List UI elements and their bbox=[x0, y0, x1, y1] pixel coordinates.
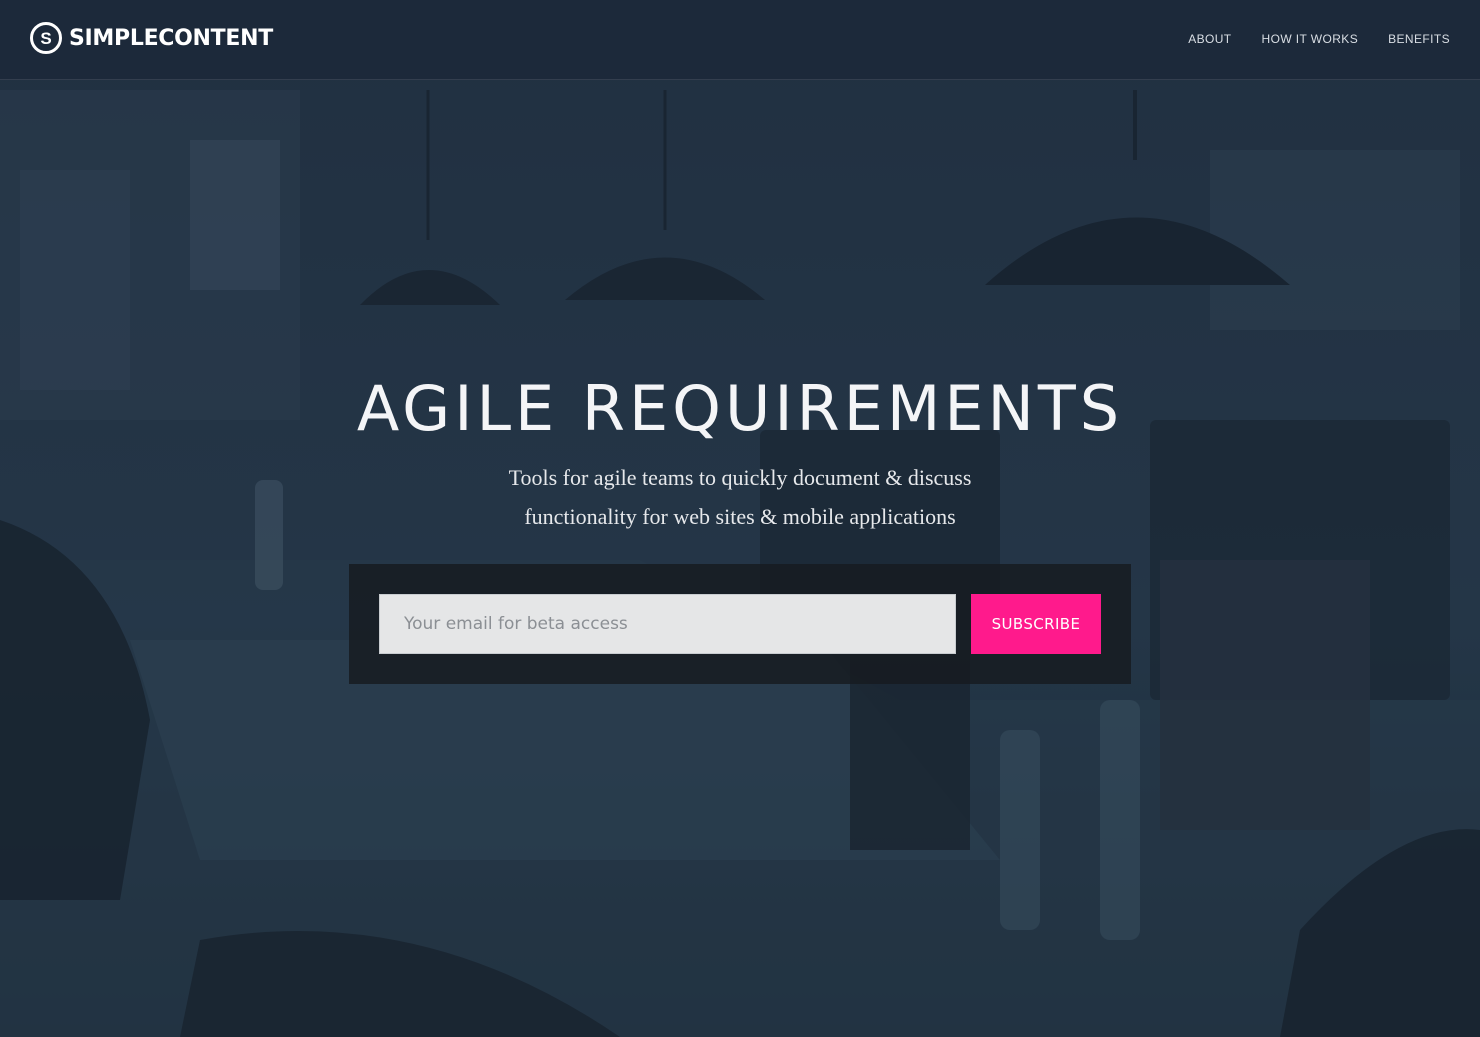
hero-title: AGILE REQUIREMENTS bbox=[356, 372, 1124, 445]
subscribe-form: SUBSCRIBE bbox=[349, 564, 1131, 684]
site-logo[interactable]: S SIMPLECONTENT bbox=[30, 22, 273, 54]
brand-name: SIMPLECONTENT bbox=[69, 25, 273, 51]
nav-item-about[interactable]: ABOUT bbox=[1188, 32, 1231, 46]
hero-subtitle-line-2: functionality for web sites & mobile app… bbox=[524, 504, 956, 529]
email-input[interactable] bbox=[379, 594, 956, 654]
subscribe-button[interactable]: SUBSCRIBE bbox=[971, 594, 1101, 654]
nav-item-benefits[interactable]: BENEFITS bbox=[1388, 32, 1450, 46]
logo-s-icon: S bbox=[30, 22, 62, 54]
main-nav: ABOUT HOW IT WORKS BENEFITS bbox=[1188, 32, 1450, 46]
nav-item-how-it-works[interactable]: HOW IT WORKS bbox=[1262, 32, 1359, 46]
hero-subtitle: Tools for agile teams to quickly documen… bbox=[0, 458, 1480, 536]
hero-subtitle-line-1: Tools for agile teams to quickly documen… bbox=[508, 465, 972, 490]
site-header: S SIMPLECONTENT ABOUT HOW IT WORKS BENEF… bbox=[0, 0, 1480, 80]
